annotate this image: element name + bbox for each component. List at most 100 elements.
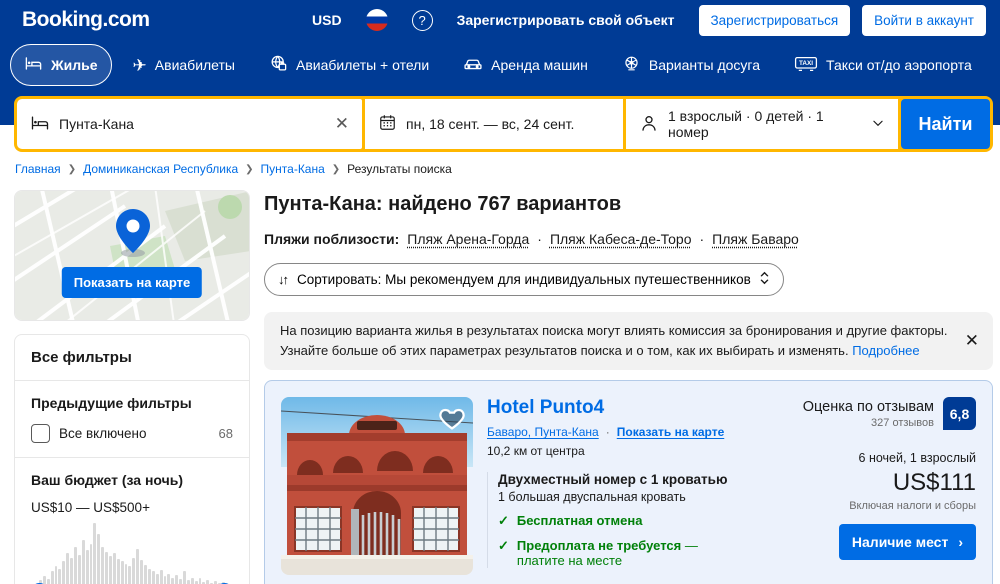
histogram-bar — [101, 547, 104, 584]
histogram-bar — [121, 561, 124, 584]
beach-link-3[interactable]: Пляж Баваро — [712, 231, 799, 247]
breadcrumb-city[interactable]: Пунта-Кана — [261, 162, 325, 176]
car-icon — [463, 54, 483, 77]
histogram-bar — [70, 558, 73, 584]
histogram-bar — [86, 550, 89, 584]
hotel-photo[interactable] — [281, 397, 473, 575]
clear-destination-icon[interactable]: ✕ — [335, 114, 349, 134]
hotel-location-link[interactable]: Баваро, Пунта-Кана — [487, 425, 599, 439]
stay-summary: 6 ночей, 1 взрослый — [859, 451, 976, 465]
tab-label: Жилье — [51, 57, 98, 73]
review-score-row[interactable]: Оценка по отзывам 327 отзывов 6,8 — [803, 397, 976, 430]
dates-value: пн, 18 сент. — вс, 24 сент. — [406, 116, 574, 132]
tab-airport-taxi[interactable]: TAXI Такси от/до аэропорта — [781, 46, 985, 85]
hotel-distance: 10,2 км от центра — [487, 444, 747, 458]
tab-flights-hotels[interactable]: Авиабилеты + отели — [256, 45, 442, 85]
taxi-icon: TAXI — [794, 55, 818, 76]
room-name: Двухместный номер с 1 кроватью — [498, 472, 747, 487]
person-icon — [639, 113, 659, 136]
ranking-info-banner: На позицию варианта жилья в результатах … — [264, 312, 993, 370]
sort-updown-icon — [759, 271, 770, 288]
perk-free-cancellation: ✓ Бесплатная отмена — [498, 513, 747, 529]
language-flag-icon[interactable] — [366, 9, 388, 31]
tab-car-rental[interactable]: Аренда машин — [450, 45, 601, 86]
histogram-bar — [117, 559, 120, 584]
histogram-bar — [113, 553, 116, 584]
previous-filters-section: Предыдущие фильтры Все включено 68 — [15, 381, 249, 458]
availability-button[interactable]: Наличие мест › — [839, 524, 976, 560]
list-property-link[interactable]: Зарегистрировать свой объект — [457, 12, 675, 28]
banner-close-icon[interactable]: ✕ — [965, 331, 979, 351]
breadcrumb: Главная ❯ Доминиканская Республика ❯ Пун… — [15, 162, 452, 176]
price-value: US$111 — [893, 469, 976, 497]
review-count: 327 отзывов — [803, 417, 934, 429]
tab-attractions[interactable]: Варианты досуга — [609, 45, 773, 85]
beaches-label: Пляжи поблизости: — [264, 231, 399, 247]
sign-in-button[interactable]: Войти в аккаунт — [862, 5, 986, 36]
breadcrumb-current: Результаты поиска — [347, 162, 452, 176]
product-nav: Жилье ✈ Авиабилеты Авиабилеты + отели Ар… — [0, 40, 1000, 90]
chevron-down-icon — [871, 116, 885, 133]
help-icon[interactable]: ? — [412, 10, 433, 31]
checkbox[interactable] — [31, 424, 50, 443]
histogram-bar — [140, 560, 143, 584]
tab-stays[interactable]: Жилье — [10, 44, 112, 86]
review-score-label: Оценка по отзывам — [803, 399, 934, 415]
globe-suitcase-icon — [269, 54, 288, 76]
destination-field[interactable]: Пунта-Кана ✕ — [17, 99, 362, 149]
dot-separator: · — [537, 231, 542, 247]
header: Booking.com USD ? Зарегистрировать свой … — [0, 0, 1000, 40]
bed-icon — [24, 54, 43, 76]
filter-count: 68 — [219, 426, 233, 441]
check-icon: ✓ — [498, 513, 509, 529]
map-preview[interactable]: Показать на карте — [14, 190, 250, 321]
sort-label: Сортировать: Мы рекомендуем для индивиду… — [297, 272, 751, 287]
hotel-card: Hotel Punto4 Баваро, Пунта-Кана · Показа… — [264, 380, 993, 584]
show-on-map-button[interactable]: Показать на карте — [62, 267, 202, 298]
wishlist-heart-icon[interactable] — [437, 403, 467, 433]
dates-field[interactable]: пн, 18 сент. — вс, 24 сент. — [365, 99, 623, 149]
perk-text: Бесплатная отмена — [517, 513, 643, 529]
currency-selector[interactable]: USD — [312, 12, 342, 28]
filters-panel: Все фильтры Предыдущие фильтры Все включ… — [14, 334, 250, 584]
room-bed-info: 1 большая двуспальная кровать — [498, 490, 747, 504]
budget-histogram — [31, 523, 233, 584]
sort-dropdown[interactable]: ↓↑ Сортировать: Мы рекомендуем для индив… — [264, 263, 784, 296]
histogram-bar — [125, 564, 128, 584]
histogram-bar — [97, 534, 100, 584]
check-icon: ✓ — [498, 538, 509, 568]
perk-no-prepayment: ✓ Предоплата не требуется — платите на м… — [498, 538, 747, 568]
histogram-bar — [66, 553, 69, 584]
dot-separator: · — [606, 425, 610, 439]
occupancy-value: 1 взрослый · 0 детей · 1 номер — [668, 108, 853, 140]
register-button[interactable]: Зарегистрироваться — [699, 5, 851, 36]
breadcrumb-country[interactable]: Доминиканская Республика — [83, 162, 238, 176]
tab-label: Такси от/до аэропорта — [826, 57, 972, 73]
filters-sidebar: Показать на карте Все фильтры Предыдущие… — [14, 190, 250, 584]
search-submit-button[interactable]: Найти — [901, 99, 990, 149]
bed-icon — [30, 113, 50, 136]
chevron-right-icon: › — [958, 534, 963, 550]
histogram-bar — [55, 566, 58, 584]
histogram-bar — [128, 566, 131, 584]
histogram-bar — [90, 544, 93, 584]
breadcrumb-home[interactable]: Главная — [15, 162, 61, 176]
destination-value: Пунта-Кана — [59, 116, 134, 132]
hotel-name-link[interactable]: Hotel Punto4 — [487, 397, 747, 419]
previous-filters-title: Предыдущие фильтры — [31, 395, 233, 411]
beach-link-1[interactable]: Пляж Арена-Горда — [407, 231, 529, 247]
histogram-bar — [93, 523, 96, 584]
occupancy-field[interactable]: 1 взрослый · 0 детей · 1 номер — [626, 99, 898, 149]
banner-learn-more-link[interactable]: Подробнее — [852, 343, 919, 358]
beach-link-2[interactable]: Пляж Кабеса-де-Торо — [550, 231, 692, 247]
histogram-bar — [144, 565, 147, 584]
hotel-show-on-map-link[interactable]: Показать на карте — [617, 425, 725, 439]
filter-row-all-inclusive[interactable]: Все включено 68 — [31, 424, 233, 443]
tab-label: Аренда машин — [491, 57, 588, 73]
tab-flights[interactable]: ✈ Авиабилеты — [120, 48, 248, 83]
booking-logo[interactable]: Booking.com — [22, 8, 150, 32]
tab-label: Авиабилеты + отели — [296, 57, 429, 73]
banner-text-line1: На позицию варианта жилья в результатах … — [280, 321, 953, 341]
hotel-info: Hotel Punto4 Баваро, Пунта-Кана · Показа… — [487, 397, 747, 578]
map-thumbnail — [15, 191, 250, 321]
